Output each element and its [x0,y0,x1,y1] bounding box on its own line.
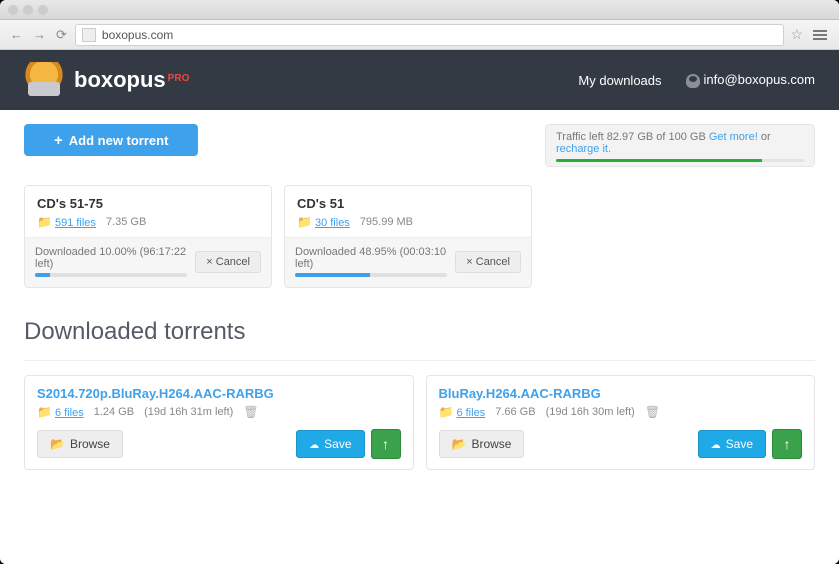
cancel-button[interactable]: × Cancel [195,251,261,273]
downloading-list: CD's 51-75 📁591 files 7.35 GB Downloaded… [24,185,815,288]
plus-icon: + [54,132,63,149]
browser-menu-icon[interactable] [809,30,831,40]
section-heading: Downloaded torrents [24,318,815,346]
user-email: info@boxopus.com [704,72,815,87]
folder-open-icon: 📂 [452,437,467,451]
upload-button[interactable]: ↑ [371,429,401,459]
browser-window: ← → ⟳ boxopus.com ☆ boxopusPRO My downlo… [0,0,839,564]
folder-open-icon: 📂 [50,437,65,451]
back-icon[interactable]: ← [8,27,25,42]
downloaded-list: S2014.720p.BluRay.H264.AAC-RARBG 📁6 file… [24,375,815,470]
nav-my-downloads[interactable]: My downloads [578,73,661,88]
browse-label: Browse [471,437,511,451]
folder-icon: 📁 [439,405,454,419]
browse-button[interactable]: 📂 Browse [439,430,525,458]
files-link[interactable]: 6 files [456,407,485,419]
add-new-torrent-button[interactable]: + Add new torrent [24,124,198,156]
add-new-torrent-label: Add new torrent [69,133,169,148]
torrent-title: CD's 51 [297,196,519,211]
window-maximize-icon[interactable] [38,5,48,15]
url-text: boxopus.com [102,28,173,42]
progress-bar [295,273,447,277]
progress-label: Downloaded 48.95% (00:03:10 left) [295,246,447,270]
save-button[interactable]: Save [698,430,766,458]
get-more-link[interactable]: Get more! [709,131,758,143]
downloaded-size: 7.66 GB [495,406,535,418]
brand-logo[interactable]: boxopusPRO [24,62,189,98]
trash-icon[interactable]: 🗑 [645,405,660,419]
octopus-logo-icon [24,62,64,98]
pro-badge: PRO [168,73,190,84]
downloaded-title[interactable]: BluRay.H264.AAC-RARBG [439,386,803,401]
bookmark-icon[interactable]: ☆ [790,26,803,43]
reload-icon[interactable]: ⟳ [54,27,69,43]
traffic-or: or [758,131,771,143]
progress-fill [35,273,50,277]
traffic-status: Traffic left 82.97 GB of 100 GB Get more… [545,124,815,167]
save-button[interactable]: Save [296,430,364,458]
trash-icon[interactable]: 🗑 [243,405,258,419]
folder-icon: 📁 [37,405,52,419]
recharge-link[interactable]: recharge it. [556,143,611,155]
brand-name: boxopus [74,67,166,92]
downloaded-expiry: (19d 16h 30m left) [546,406,635,418]
folder-icon: 📁 [297,215,312,229]
torrent-card: CD's 51-75 📁591 files 7.35 GB Downloaded… [24,185,272,288]
progress-bar [35,273,187,277]
upload-button[interactable]: ↑ [772,429,802,459]
cancel-button[interactable]: × Cancel [455,251,521,273]
browse-button[interactable]: 📂 Browse [37,430,123,458]
browse-label: Browse [70,437,110,451]
files-link[interactable]: 591 files [55,217,96,229]
main-content: + Add new torrent Traffic left 82.97 GB … [0,110,839,564]
downloaded-card: BluRay.H264.AAC-RARBG 📁6 files 7.66 GB (… [426,375,816,470]
torrent-title: CD's 51-75 [37,196,259,211]
page-favicon-icon [82,28,96,42]
arrow-up-icon: ↑ [784,436,791,452]
downloaded-expiry: (19d 16h 31m left) [144,406,233,418]
downloaded-title[interactable]: S2014.720p.BluRay.H264.AAC-RARBG [37,386,401,401]
traffic-bar-fill [556,159,762,162]
forward-icon[interactable]: → [31,27,48,42]
progress-fill [295,273,370,277]
divider [24,360,815,361]
files-link[interactable]: 30 files [315,217,350,229]
traffic-bar [556,159,804,162]
downloaded-card: S2014.720p.BluRay.H264.AAC-RARBG 📁6 file… [24,375,414,470]
files-link[interactable]: 6 files [55,407,84,419]
app-header: boxopusPRO My downloads info@boxopus.com [0,50,839,110]
cloud-download-icon [309,437,320,451]
nav-user[interactable]: info@boxopus.com [686,72,815,88]
user-icon [686,74,700,88]
downloaded-size: 1.24 GB [94,406,134,418]
save-label: Save [324,437,351,451]
torrent-size: 795.99 MB [360,216,413,228]
window-close-icon[interactable] [8,5,18,15]
torrent-card: CD's 51 📁30 files 795.99 MB Downloaded 4… [284,185,532,288]
progress-label: Downloaded 10.00% (96:17:22 left) [35,246,187,270]
address-bar[interactable]: boxopus.com [75,24,785,46]
arrow-up-icon: ↑ [382,436,389,452]
browser-toolbar: ← → ⟳ boxopus.com ☆ [0,20,839,50]
traffic-text: Traffic left 82.97 GB of 100 GB [556,131,709,143]
window-minimize-icon[interactable] [23,5,33,15]
save-label: Save [726,437,753,451]
torrent-size: 7.35 GB [106,216,146,228]
window-titlebar [0,0,839,20]
cloud-download-icon [711,437,722,451]
folder-icon: 📁 [37,215,52,229]
